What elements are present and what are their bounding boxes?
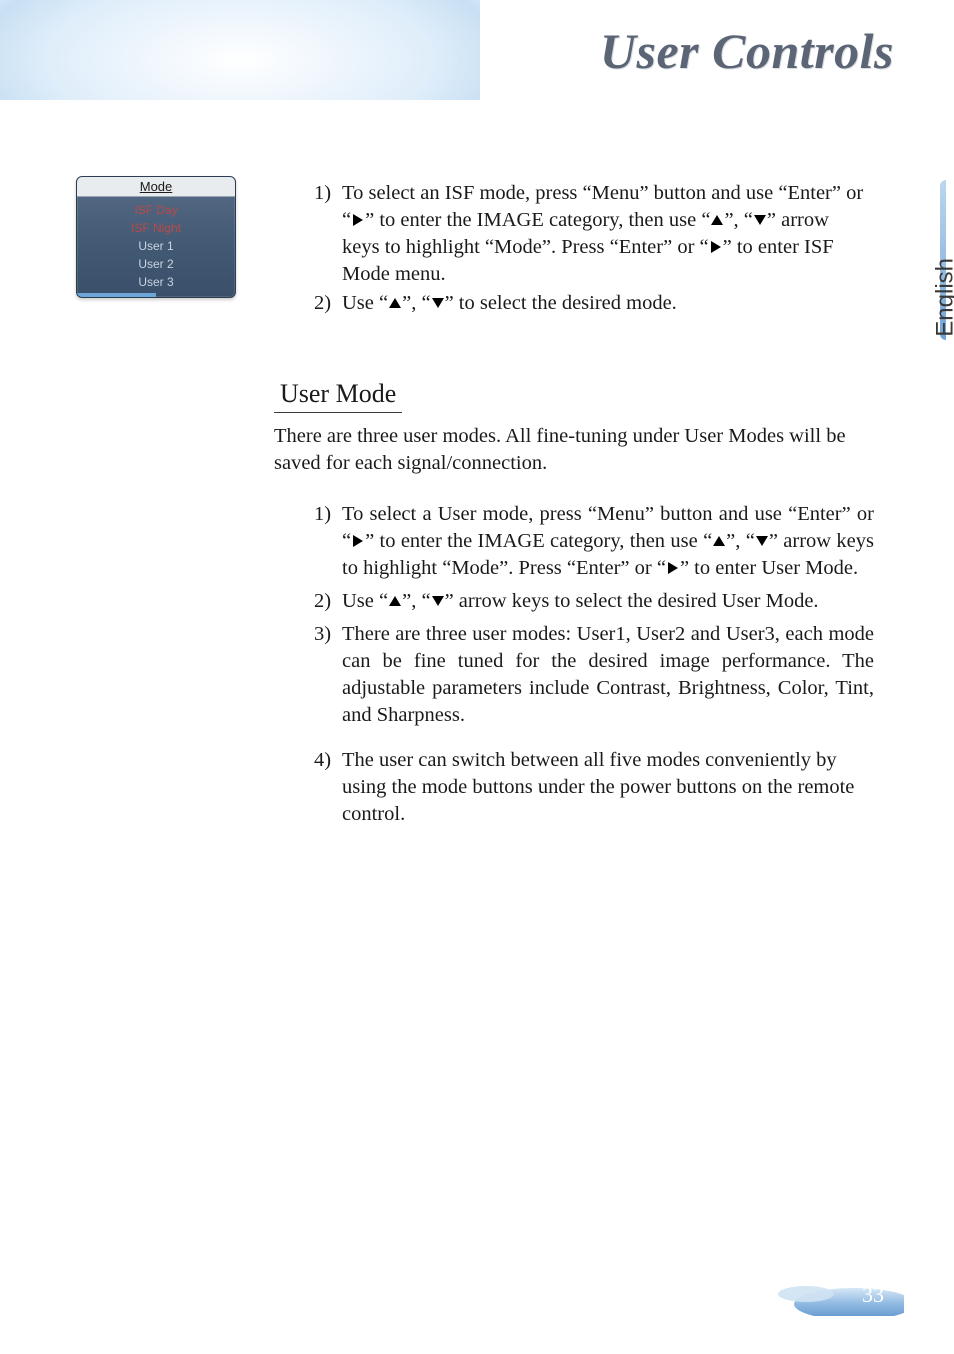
section-heading-user-mode: User Mode (274, 377, 402, 412)
language-tab-label: English (932, 258, 954, 337)
up-arrow-icon (388, 594, 402, 608)
list-item: 1) To select an ISF mode, press “Menu” b… (314, 180, 866, 288)
text-fragment: The user can switch between all five mod… (342, 749, 854, 825)
text-fragment: ” to enter the IMAGE category, then use … (365, 209, 710, 231)
list-item: 1) To select a User mode, press “Menu” b… (314, 501, 874, 582)
right-arrow-icon (709, 240, 723, 254)
mode-menu-accent (77, 293, 235, 297)
list-item: 2) Use “ ”, “ ” arrow keys to select the d… (314, 588, 874, 615)
right-arrow-icon (666, 561, 680, 575)
down-arrow-icon (753, 213, 767, 227)
isf-steps-list: 1) To select an ISF mode, press “Menu” b… (314, 180, 866, 317)
down-arrow-icon (431, 594, 445, 608)
right-arrow-icon (351, 213, 365, 227)
list-number: 2) (314, 588, 331, 615)
list-number: 1) (314, 501, 331, 528)
text-fragment: ” to enter the IMAGE category, then use … (365, 530, 712, 552)
list-number: 1) (314, 180, 331, 207)
text-fragment: ”, “ (724, 209, 752, 231)
list-item: 4) The user can switch between all five … (314, 747, 874, 828)
text-fragment: There are three user modes: User1, User2… (342, 623, 874, 726)
up-arrow-icon (710, 213, 724, 227)
mode-menu-panel: Mode ISF Day ISF Night User 1 User 2 Use… (76, 176, 236, 298)
mode-menu-item[interactable]: User 2 (77, 255, 235, 273)
list-number: 4) (314, 747, 331, 774)
down-arrow-icon (431, 296, 445, 310)
text-fragment: ”, “ (726, 530, 755, 552)
page-title: User Controls (600, 22, 894, 80)
list-item: 3) There are three user modes: User1, Us… (314, 621, 874, 729)
right-arrow-icon (351, 534, 365, 548)
text-fragment: ” arrow keys to select the desired User … (445, 590, 819, 612)
user-mode-steps-list: 1) To select a User mode, press “Menu” b… (314, 501, 874, 829)
up-arrow-icon (712, 534, 726, 548)
header-background (0, 0, 480, 100)
content-body: 1) To select an ISF mode, press “Menu” b… (280, 180, 866, 834)
text-fragment: ” to select the desired mode. (445, 292, 677, 314)
page-number: 33 (862, 1282, 884, 1308)
mode-menu-item[interactable]: ISF Night (77, 219, 235, 237)
list-item: 2) Use “ ”, “ ” to select the desired mode… (314, 290, 866, 317)
mode-menu-header: Mode (77, 177, 235, 197)
text-fragment: ”, “ (402, 590, 430, 612)
down-arrow-icon (755, 534, 769, 548)
mode-menu-item[interactable]: User 3 (77, 273, 235, 291)
text-fragment: ” to enter User Mode. (680, 557, 858, 579)
mode-menu-item[interactable]: ISF Day (77, 201, 235, 219)
user-mode-intro: There are three user modes. All fine-tun… (274, 423, 874, 477)
list-number: 2) (314, 290, 331, 317)
up-arrow-icon (388, 296, 402, 310)
text-fragment: Use “ (342, 590, 388, 612)
mode-menu-items: ISF Day ISF Night User 1 User 2 User 3 (77, 197, 235, 297)
list-number: 3) (314, 621, 331, 648)
text-fragment: Use “ (342, 292, 388, 314)
mode-menu-item[interactable]: User 1 (77, 237, 235, 255)
page-number-badge: 33 (744, 1274, 904, 1316)
language-tab: English (910, 180, 946, 400)
text-fragment: ”, “ (402, 292, 430, 314)
